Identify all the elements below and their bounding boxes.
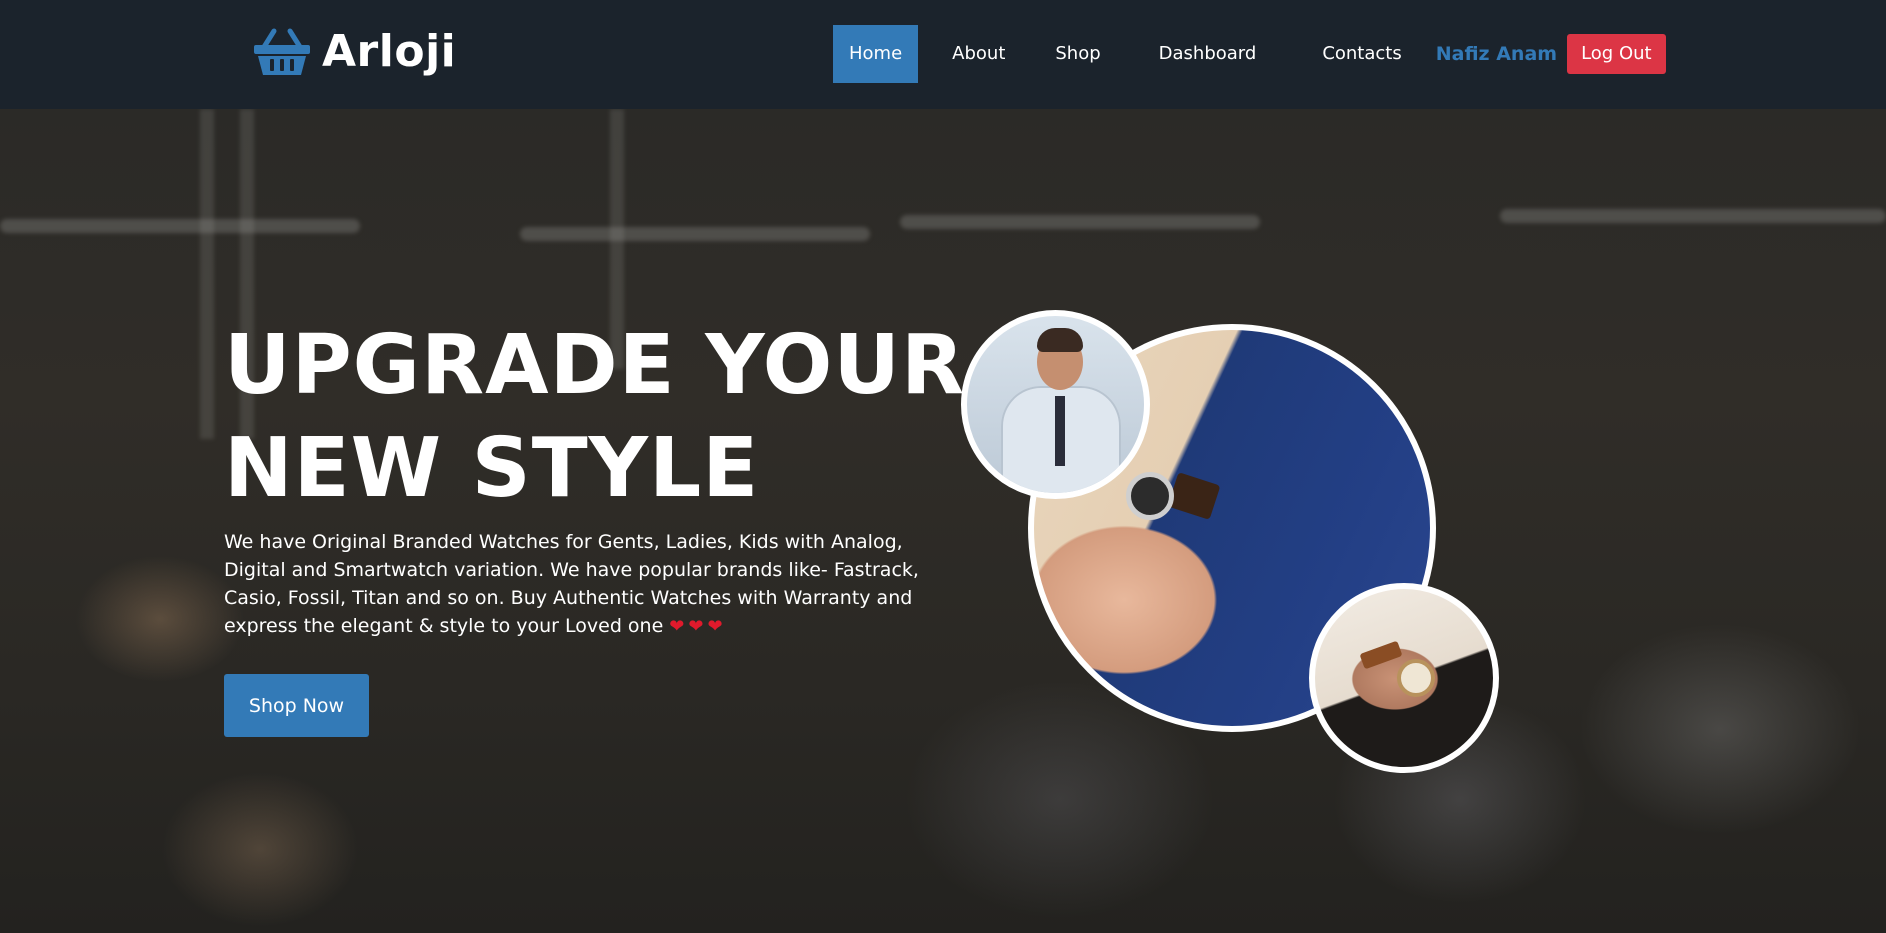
nav-shop[interactable]: Shop bbox=[1039, 25, 1116, 83]
shop-now-button[interactable]: Shop Now bbox=[224, 674, 369, 737]
navbar: Arloji Home About Shop Dashboard Contact… bbox=[0, 0, 1886, 109]
hero-title-line-2: NEW STYLE bbox=[224, 421, 760, 516]
nav-home[interactable]: Home bbox=[833, 25, 919, 83]
heart-icons: ❤❤❤ bbox=[669, 616, 727, 637]
hero-section: UPGRADE YOUR NEW STYLE We have Original … bbox=[0, 109, 1886, 933]
logout-button[interactable]: Log Out bbox=[1567, 34, 1666, 74]
man-portrait-photo bbox=[961, 310, 1150, 499]
hero-title-line-1: UPGRADE YOUR bbox=[224, 318, 966, 413]
hero-title: UPGRADE YOUR NEW STYLE bbox=[224, 314, 965, 520]
brand-logo[interactable]: Arloji bbox=[252, 26, 456, 77]
nav-contacts[interactable]: Contacts bbox=[1306, 25, 1417, 83]
shopping-basket-icon bbox=[254, 28, 310, 75]
brand-name: Arloji bbox=[322, 26, 457, 77]
user-name: Nafiz Anam bbox=[1435, 43, 1558, 65]
nav-about[interactable]: About bbox=[936, 25, 1021, 83]
watch-closeup-photo bbox=[1309, 583, 1499, 773]
nav-dashboard[interactable]: Dashboard bbox=[1143, 25, 1273, 83]
main-nav: Home About Shop Dashboard Contacts Nafiz… bbox=[833, 25, 1666, 83]
hero-description: We have Original Branded Watches for Gen… bbox=[224, 528, 924, 641]
hero-description-text: We have Original Branded Watches for Gen… bbox=[224, 531, 919, 637]
